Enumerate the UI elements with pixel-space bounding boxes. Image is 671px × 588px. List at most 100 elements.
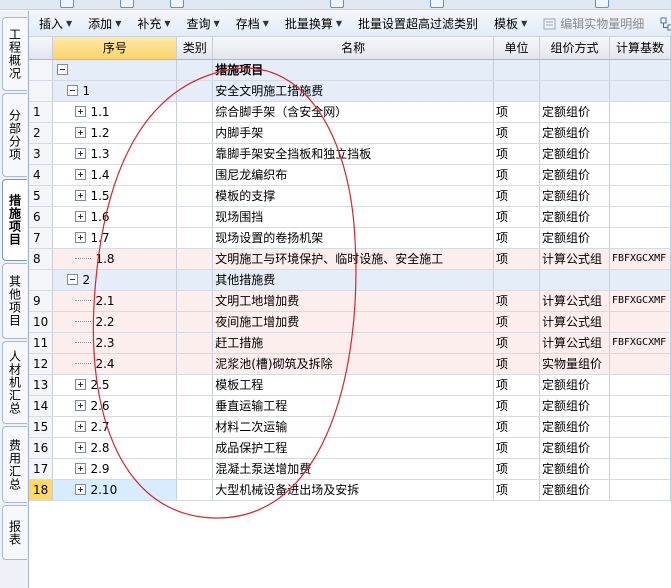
expand-icon[interactable] <box>75 421 87 432</box>
category-cell[interactable] <box>176 458 214 480</box>
category-cell[interactable] <box>176 395 214 417</box>
side-tab-1[interactable]: 分部分项 <box>2 93 27 177</box>
seq-cell[interactable]: 1.4 <box>52 164 178 186</box>
unit-cell[interactable] <box>493 80 540 102</box>
toolbar-button-3[interactable]: 查询 ▼ <box>183 13 224 35</box>
table-row[interactable]: 1 1.1 综合脚手架（含安全网）项定额组价 <box>29 101 671 123</box>
row-number-cell[interactable]: 5 <box>29 185 54 207</box>
expand-icon[interactable] <box>75 463 87 474</box>
category-cell[interactable] <box>176 332 214 354</box>
name-cell[interactable]: 现场设置的卷扬机架 <box>212 227 495 249</box>
expand-icon[interactable] <box>75 148 87 159</box>
expand-icon[interactable] <box>75 106 87 117</box>
method-cell[interactable]: 定额组价 <box>539 101 610 123</box>
toolbar-button-1[interactable]: 添加 ▼ <box>84 13 125 35</box>
method-cell[interactable]: 定额组价 <box>539 437 610 459</box>
table-row[interactable]: 12 2.4 泥浆池(槽)砌筑及拆除项实物量组价 <box>29 353 671 375</box>
table-row[interactable]: 8 1.8 文明施工与环境保护、临时设施、安全施工项计算公式组 FBFXGCXMF <box>29 248 671 270</box>
expand-icon[interactable] <box>75 127 87 138</box>
name-cell[interactable]: 泥浆池(槽)砌筑及拆除 <box>212 353 495 375</box>
row-number-cell[interactable]: 17 <box>29 458 54 480</box>
base-cell[interactable] <box>609 437 671 459</box>
seq-cell[interactable]: 2 <box>52 269 178 291</box>
unit-cell[interactable]: 项 <box>493 437 540 459</box>
category-cell[interactable] <box>176 248 214 270</box>
toolbar-button-5[interactable]: 批量换算 ▼ <box>281 13 346 35</box>
method-cell[interactable] <box>539 269 610 291</box>
base-cell[interactable] <box>609 164 671 186</box>
method-cell[interactable]: 定额组价 <box>539 206 610 228</box>
side-tab-5[interactable]: 费用汇总 <box>2 426 27 503</box>
base-cell[interactable] <box>609 458 671 480</box>
method-cell[interactable]: 定额组价 <box>539 185 610 207</box>
category-cell[interactable] <box>176 164 214 186</box>
name-cell[interactable]: 其他措施费 <box>212 269 495 291</box>
seq-cell[interactable]: 2.2 <box>52 311 178 333</box>
row-number-cell[interactable]: 12 <box>29 353 54 375</box>
row-number-cell[interactable]: 6 <box>29 206 54 228</box>
side-tab-4[interactable]: 人材机汇总 <box>2 341 27 424</box>
row-number-header[interactable] <box>29 37 54 60</box>
table-row[interactable]: 16 2.8 成品保护工程项定额组价 <box>29 437 671 459</box>
method-cell[interactable]: 定额组价 <box>539 479 610 501</box>
unit-cell[interactable]: 项 <box>493 416 540 438</box>
table-row[interactable]: 3 1.3 靠脚手架安全挡板和独立挡板项定额组价 <box>29 143 671 165</box>
unit-cell[interactable]: 项 <box>493 374 540 396</box>
name-cell[interactable]: 大型机械设备进出场及安拆 <box>212 479 495 501</box>
column-header-method[interactable]: 组价方式 <box>539 37 610 60</box>
base-cell[interactable] <box>609 395 671 417</box>
side-tab-6[interactable]: 报表 <box>2 505 27 560</box>
unit-cell[interactable]: 项 <box>493 227 540 249</box>
category-cell[interactable] <box>176 122 214 144</box>
table-row[interactable]: 措施项目 <box>29 59 671 81</box>
base-cell[interactable] <box>609 479 671 501</box>
row-number-cell[interactable]: 1 <box>29 101 54 123</box>
method-cell[interactable]: 定额组价 <box>539 227 610 249</box>
toolbar-icon[interactable] <box>595 0 609 8</box>
table-row[interactable]: 14 2.6 垂直运输工程项定额组价 <box>29 395 671 417</box>
method-cell[interactable]: 定额组价 <box>539 164 610 186</box>
seq-cell[interactable]: 2.10 <box>52 479 178 501</box>
category-cell[interactable] <box>176 101 214 123</box>
method-cell[interactable]: 计算公式组 <box>539 290 610 312</box>
toolbar-button-7[interactable]: 模板 ▼ <box>490 13 531 35</box>
unit-cell[interactable]: 项 <box>493 248 540 270</box>
name-cell[interactable]: 夜间施工增加费 <box>212 311 495 333</box>
category-cell[interactable] <box>176 416 214 438</box>
seq-cell[interactable]: 1 <box>52 80 178 102</box>
toolbar-icon[interactable] <box>120 0 134 8</box>
row-number-cell[interactable] <box>29 59 54 81</box>
toolbar-button-2[interactable]: 补充 ▼ <box>133 13 174 35</box>
row-number-cell[interactable] <box>29 80 54 102</box>
table-row[interactable]: 2 其他措施费 <box>29 269 671 291</box>
table-row[interactable]: 6 1.6 现场围挡项定额组价 <box>29 206 671 228</box>
row-number-cell[interactable]: 16 <box>29 437 54 459</box>
name-cell[interactable]: 材料二次运输 <box>212 416 495 438</box>
expand-icon[interactable] <box>75 400 87 411</box>
column-header-base[interactable]: 计算基数 <box>609 37 671 60</box>
seq-cell[interactable]: 1.8 <box>52 248 178 270</box>
name-cell[interactable]: 现场围挡 <box>212 206 495 228</box>
toolbar-icon[interactable] <box>430 0 444 8</box>
unit-cell[interactable]: 项 <box>493 101 540 123</box>
toolbar-icon[interactable] <box>60 0 74 8</box>
row-number-cell[interactable]: 11 <box>29 332 54 354</box>
name-cell[interactable]: 内脚手架 <box>212 122 495 144</box>
seq-cell[interactable]: 1.6 <box>52 206 178 228</box>
side-tab-0[interactable]: 工程概况 <box>2 17 27 91</box>
table-row[interactable]: 13 2.5 模板工程项定额组价 <box>29 374 671 396</box>
method-cell[interactable]: 定额组价 <box>539 374 610 396</box>
seq-cell[interactable]: 2.9 <box>52 458 178 480</box>
method-cell[interactable]: 实物量组价 <box>539 353 610 375</box>
method-cell[interactable]: 定额组价 <box>539 122 610 144</box>
side-tab-3[interactable]: 其他项目 <box>2 263 27 339</box>
base-cell[interactable] <box>609 59 671 81</box>
row-number-cell[interactable]: 7 <box>29 227 54 249</box>
category-cell[interactable] <box>176 185 214 207</box>
table-row[interactable]: 4 1.4 围尼龙编织布项定额组价 <box>29 164 671 186</box>
row-number-cell[interactable]: 14 <box>29 395 54 417</box>
unit-cell[interactable]: 项 <box>493 290 540 312</box>
table-row[interactable]: 18 2.10 大型机械设备进出场及安拆项定额组价 <box>29 479 671 501</box>
base-cell[interactable] <box>609 80 671 102</box>
name-cell[interactable]: 措施项目 <box>212 59 495 81</box>
